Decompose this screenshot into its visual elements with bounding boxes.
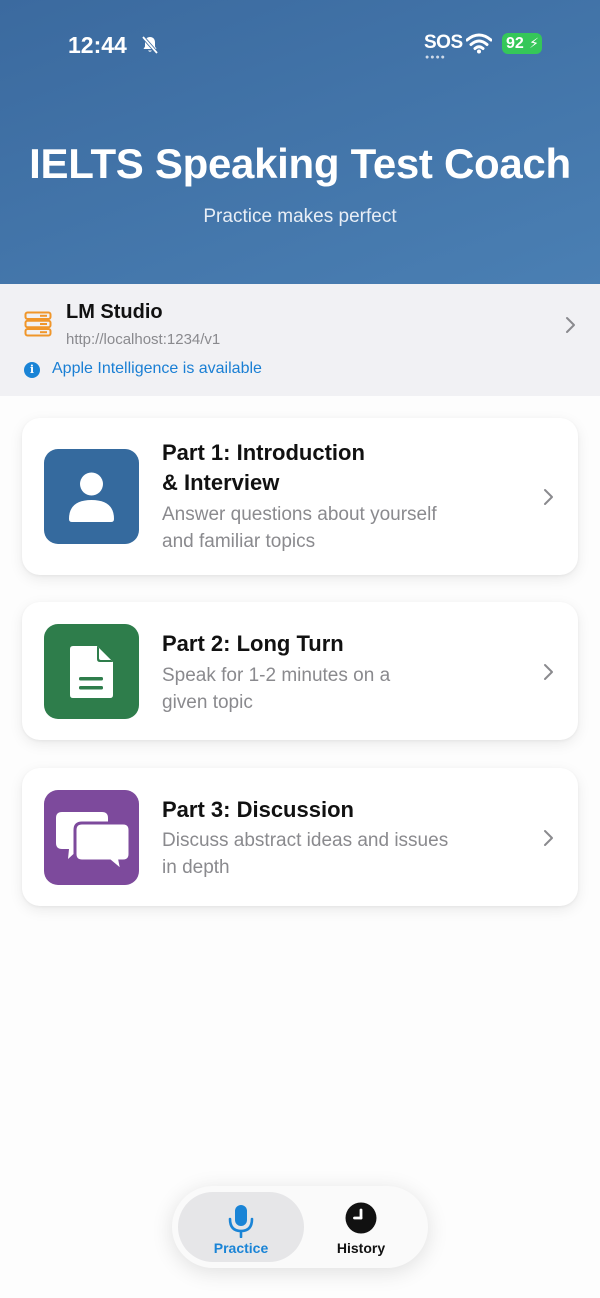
part-1-card[interactable]: Part 1: Introduction & Interview Answer … [22,418,578,575]
server-name: LM Studio [66,301,163,323]
part-1-description-line2: and familiar topics [162,531,316,552]
app-header: 12:44 SOS ●●●● 92 ⚡ IELTS Speaking Test … [0,0,600,284]
tab-history[interactable]: History [298,1192,424,1262]
part-2-description-line2: given topic [162,692,253,713]
sos-indicator: SOS [424,32,463,53]
status-time: 12:44 [68,32,127,58]
wifi-icon [466,33,492,54]
status-bar: 12:44 SOS ●●●● 92 ⚡ [0,28,600,62]
part-3-title: Part 3: Discussion [162,797,354,822]
chevron-right-icon [544,489,553,505]
part-3-card[interactable]: Part 3: Discussion Discuss abstract idea… [22,768,578,906]
person-icon [44,449,139,544]
page-title: IELTS Speaking Test Coach [29,140,571,187]
part-3-description: Discuss abstract ideas and issues [162,830,449,851]
page-subtitle: Practice makes perfect [203,206,397,227]
part-1-title: Part 1: Introduction [162,440,365,465]
charging-bolt-icon: ⚡ [529,35,539,51]
part-2-description: Speak for 1-2 minutes on a [162,665,391,686]
battery-charging-icon: 92 ⚡ [502,33,542,54]
part-3-description-line2: in depth [162,857,230,878]
part-2-card[interactable]: Part 2: Long Turn Speak for 1-2 minutes … [22,602,578,740]
battery-level: 92 [506,35,524,52]
document-icon [44,624,139,719]
bell-slash-icon [141,35,159,55]
tab-practice-label: Practice [213,1240,269,1256]
chevron-right-icon [544,664,553,680]
tab-bar: Practice History [172,1186,428,1268]
part-1-description: Answer questions about yourself [162,504,437,525]
part-1-title-line2: & Interview [162,470,280,495]
server-url: http://localhost:1234/v1 [66,331,221,348]
tab-practice[interactable]: Practice [178,1192,304,1262]
part-2-title: Part 2: Long Turn [162,631,344,656]
signal-dots: ●●●● [425,54,446,61]
info-icon: i [24,362,40,378]
chevron-right-icon [566,317,575,333]
server-selector[interactable]: LM Studio http://localhost:1234/v1 i App… [0,284,600,396]
server-icon [24,311,52,337]
chevron-right-icon [544,830,553,846]
apple-intelligence-text: Apple Intelligence is available [52,360,262,377]
microphone-icon [228,1205,254,1238]
clock-icon [345,1202,377,1234]
tab-history-label: History [336,1240,386,1256]
chat-bubbles-icon [44,790,139,885]
